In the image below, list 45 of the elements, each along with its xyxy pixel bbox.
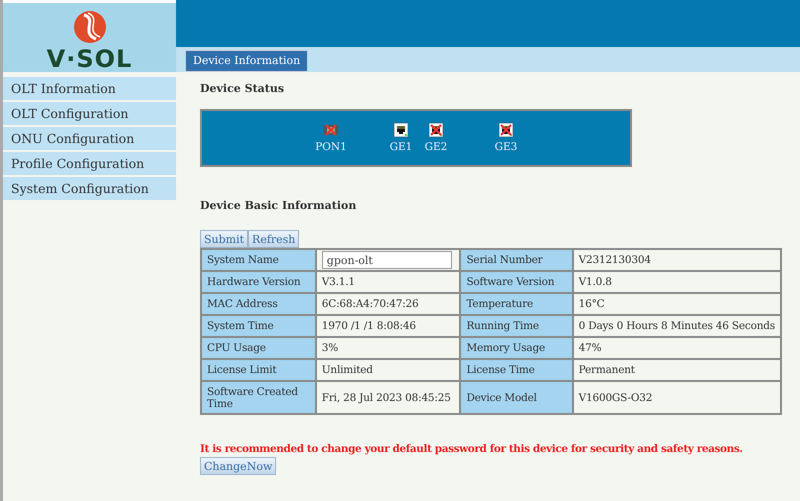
section-title: Device Basic Information <box>200 199 358 212</box>
value-cell: 47% <box>572 337 781 359</box>
label-cell: License Limit <box>201 359 316 381</box>
label-cell: Software Version <box>460 271 573 293</box>
value-cell: 16°C <box>572 293 781 315</box>
label-cell: License Time <box>460 359 573 381</box>
port-label: GE3 <box>494 141 518 153</box>
label-cell: CPU Usage <box>201 337 316 359</box>
value-cell: 1970 /1 /1 8:08:46 <box>316 315 460 337</box>
label-cell: MAC Address <box>201 293 316 315</box>
label-cell: Memory Usage <box>460 337 573 359</box>
label-cell: System Name <box>201 249 316 271</box>
label-cell: Hardware Version <box>201 271 316 293</box>
value-cell: V3.1.1 <box>316 271 460 293</box>
sidebar-item[interactable]: System Configuration <box>3 177 176 200</box>
sidebar-item[interactable]: Profile Configuration <box>3 152 176 175</box>
refresh-button[interactable]: Refresh <box>248 230 300 248</box>
value-cell: 6C:68:A4:70:47:26 <box>316 293 460 315</box>
value-cell: Permanent <box>572 359 781 381</box>
tab[interactable]: Device Information <box>185 50 308 72</box>
system-name-field[interactable]: gpon-olt <box>322 251 452 269</box>
sidebar-item[interactable]: OLT Configuration <box>3 102 176 125</box>
value-cell: Unlimited <box>316 359 460 381</box>
value-cell: 3% <box>316 337 460 359</box>
section-title: Device Status <box>200 82 286 95</box>
change-now-button[interactable]: ChangeNow <box>200 457 276 475</box>
value-cell: 0 Days 0 Hours 8 Minutes 46 Seconds <box>572 315 781 337</box>
sidebar-item[interactable]: OLT Information <box>3 77 176 100</box>
value-cell: V1.0.8 <box>572 271 781 293</box>
label-cell: Device Model <box>460 381 573 414</box>
label-cell: Temperature <box>460 293 573 315</box>
submit-button[interactable]: Submit <box>200 230 248 248</box>
port-label: PON1 <box>315 141 347 153</box>
port-label: GE2 <box>424 141 448 153</box>
label-cell: System Time <box>201 315 316 337</box>
sidebar-item[interactable]: ONU Configuration <box>3 127 176 150</box>
value-cell: V2312130304 <box>572 249 781 271</box>
label-cell: Serial Number <box>460 249 573 271</box>
value-cell: V1600GS-O32 <box>572 381 781 414</box>
warning-message: It is recommended to change your default password for this device for security and safety reasons. <box>200 443 744 455</box>
value-cell: Fri, 28 Jul 2023 08:45:25 <box>316 381 460 414</box>
port-label: GE1 <box>390 141 412 153</box>
label-cell: Running Time <box>460 315 573 337</box>
logo-wordmark: V·SOL <box>46 47 132 71</box>
label-cell: Software Created Time <box>201 381 316 414</box>
